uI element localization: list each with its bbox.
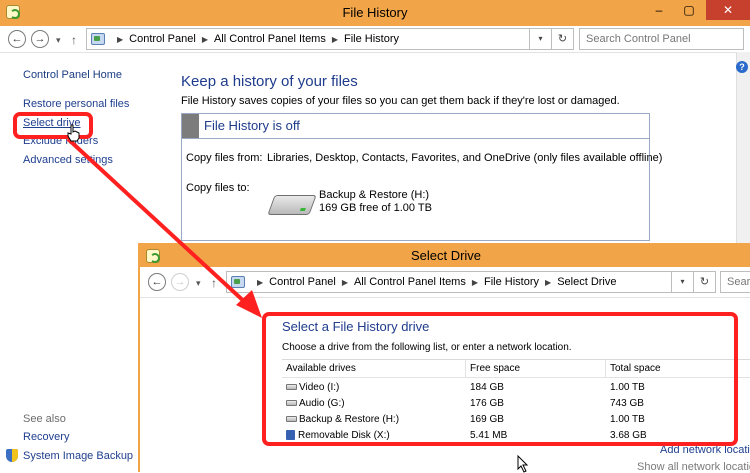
dialog-refresh-icon[interactable]: ↻ — [693, 272, 715, 292]
dialog-address-dropdown-button[interactable]: ▾ — [671, 272, 693, 292]
restore-personal-files-link[interactable]: Restore personal files — [23, 98, 129, 110]
address-dropdown-button[interactable]: ▾ — [529, 29, 551, 49]
target-drive-name: Backup & Restore (H:) — [319, 189, 430, 201]
page-description: File History saves copies of your files … — [181, 95, 620, 107]
dialog-breadcrumb-all-items[interactable]: All Control Panel Items — [354, 276, 466, 288]
hand-cursor-icon — [67, 124, 80, 142]
dialog-recent-button[interactable]: ▾ — [196, 278, 201, 289]
show-network-locations-link[interactable]: Show all network locations — [637, 461, 750, 473]
minimize-button[interactable]: – — [645, 0, 673, 20]
dialog-up-button[interactable]: ↑ — [211, 276, 217, 290]
up-button[interactable]: ↑ — [71, 33, 77, 47]
dialog-breadcrumb-select-drive[interactable]: Select Drive — [557, 276, 616, 288]
breadcrumb-all-items[interactable]: All Control Panel Items — [214, 33, 326, 45]
close-button[interactable]: ✕ — [706, 0, 750, 20]
status-header: File History is off — [182, 114, 649, 139]
refresh-icon[interactable]: ↻ — [551, 29, 573, 49]
copy-from-value: Libraries, Desktop, Contacts, Favorites,… — [267, 152, 663, 164]
back-button[interactable]: ← — [8, 30, 26, 48]
advanced-settings-link[interactable]: Advanced settings — [23, 154, 113, 166]
copy-to-label: Copy files to: — [186, 182, 250, 194]
breadcrumb-control-panel[interactable]: Control Panel — [129, 33, 196, 45]
dialog-breadcrumb-control-panel[interactable]: Control Panel — [269, 276, 336, 288]
dialog-breadcrumb-file-history[interactable]: File History — [484, 276, 539, 288]
target-drive-space: 169 GB free of 1.00 TB — [319, 202, 432, 214]
forward-button[interactable]: → — [31, 30, 49, 48]
system-image-backup-link[interactable]: System Image Backup — [23, 450, 133, 462]
status-text: File History is off — [204, 118, 300, 133]
file-history-status-panel: File History is off — [181, 113, 650, 241]
control-panel-icon — [91, 33, 105, 45]
hard-drive-icon — [267, 195, 317, 215]
dialog-address-bar[interactable]: ▶ Control Panel ▶ All Control Panel Item… — [226, 271, 716, 293]
copy-from-label: Copy files from: — [186, 152, 263, 164]
status-bar-indicator — [182, 114, 199, 138]
dialog-navbar: ← → ▾ ↑ ▶ Control Panel ▶ All Control Pa… — [140, 267, 750, 298]
dialog-forward-button[interactable]: → — [171, 273, 189, 291]
page-title: Keep a history of your files — [181, 73, 358, 90]
maximize-button[interactable]: ▢ — [675, 0, 703, 20]
dialog-search-input[interactable]: Searc — [720, 271, 750, 293]
see-also-heading: See also — [23, 413, 66, 425]
dialog-back-button[interactable]: ← — [148, 273, 166, 291]
shield-icon — [6, 449, 18, 462]
recent-locations-button[interactable]: ▾ — [56, 35, 61, 46]
help-icon[interactable]: ? — [736, 61, 748, 73]
dialog-title: Select Drive — [410, 248, 482, 263]
highlight-drive-list — [262, 312, 738, 446]
main-titlebar[interactable]: File History – ▢ ✕ — [0, 0, 750, 26]
dialog-control-panel-icon — [231, 276, 245, 288]
breadcrumb-file-history[interactable]: File History — [344, 33, 399, 45]
arrow-cursor-icon — [517, 455, 529, 473]
main-navbar: ← → ▾ ↑ ▶ Control Panel ▶ All Control Pa… — [0, 26, 750, 53]
main-address-bar[interactable]: ▶ Control Panel ▶ All Control Panel Item… — [86, 28, 574, 50]
main-search-input[interactable]: Search Control Panel — [579, 28, 744, 50]
control-panel-home-link[interactable]: Control Panel Home — [23, 69, 122, 81]
dialog-titlebar[interactable]: Select Drive — [140, 245, 750, 267]
highlight-select-drive — [13, 112, 93, 139]
recovery-link[interactable]: Recovery — [23, 431, 69, 443]
main-window-title: File History — [342, 5, 408, 20]
